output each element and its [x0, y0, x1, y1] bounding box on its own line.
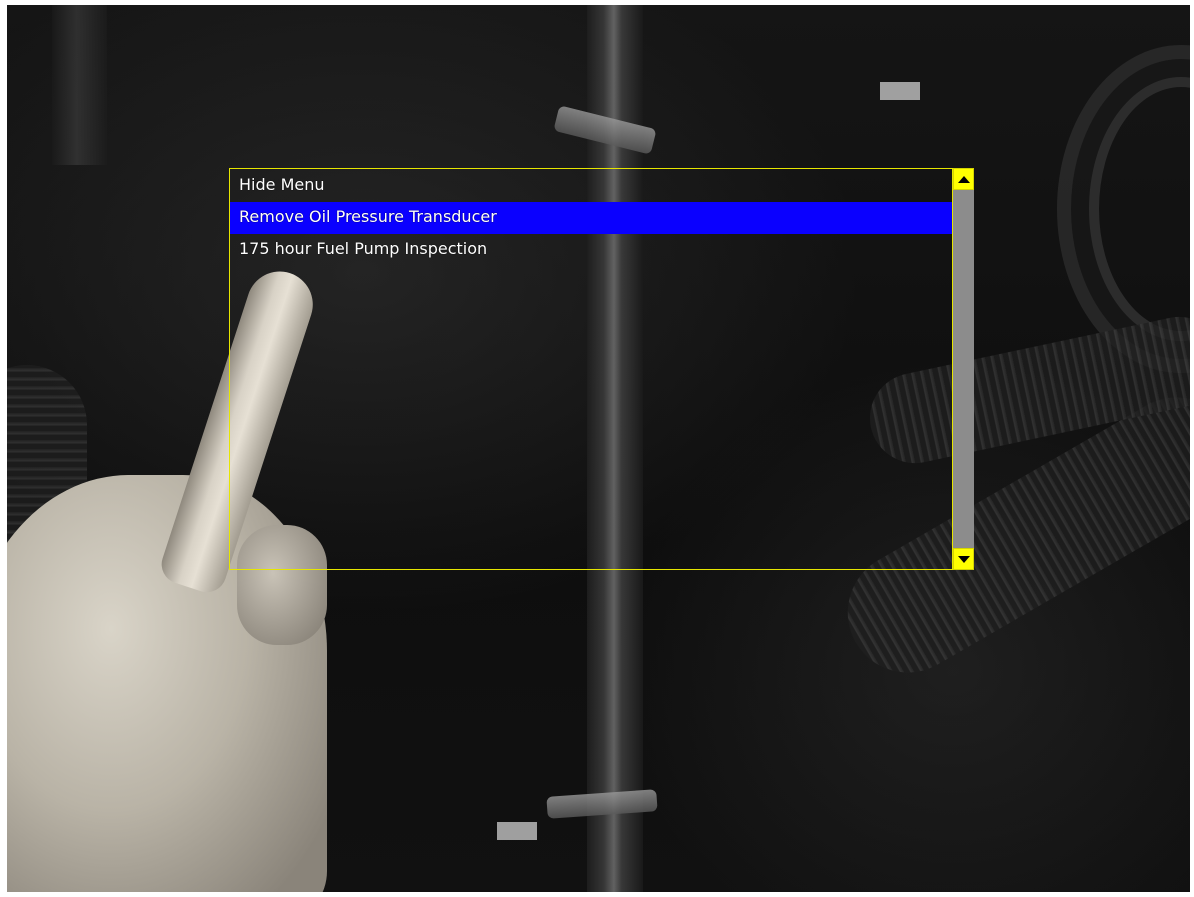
scroll-up-button[interactable] [953, 168, 974, 190]
background-tag [880, 82, 920, 100]
menu-item-fuel-pump-inspection[interactable]: 175 hour Fuel Pump Inspection [230, 234, 952, 266]
menu-item-hide-menu[interactable]: Hide Menu [230, 170, 952, 202]
scroll-down-button[interactable] [953, 548, 974, 570]
background-pipe-left [52, 5, 107, 165]
task-menu: Hide Menu Remove Oil Pressure Transducer… [229, 168, 953, 570]
menu-item-remove-oil-pressure-transducer[interactable]: Remove Oil Pressure Transducer [230, 202, 952, 234]
menu-scrollbar[interactable] [953, 168, 974, 570]
background-tag [497, 822, 537, 840]
scroll-thumb[interactable] [953, 190, 974, 548]
triangle-down-icon [958, 556, 970, 563]
triangle-up-icon [958, 176, 970, 183]
camera-view: Hide Menu Remove Oil Pressure Transducer… [7, 5, 1190, 892]
